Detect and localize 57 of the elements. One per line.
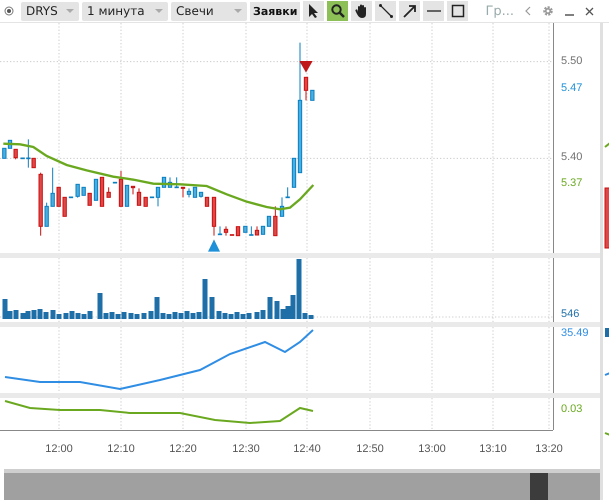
oscillator-label: 0.03	[561, 403, 582, 415]
orders-button[interactable]: Заявки	[250, 2, 300, 20]
price-label: 5.40	[561, 151, 582, 163]
time-label: 12:30	[231, 443, 261, 455]
candle	[243, 226, 248, 233]
radio-icon[interactable]	[4, 6, 14, 16]
interval-dropdown[interactable]: 1 минута	[82, 2, 168, 20]
scrollbar-track[interactable]	[4, 469, 600, 500]
candle	[50, 167, 55, 207]
volume-bar	[142, 313, 146, 319]
candle	[310, 90, 314, 101]
arrow-icon	[402, 3, 418, 19]
candle	[62, 196, 67, 217]
chart-type-dropdown[interactable]: Свечи	[171, 2, 247, 20]
time-label: 12:50	[355, 443, 385, 455]
chevron-left-icon[interactable]	[525, 6, 532, 16]
arrow-tool-button[interactable]	[399, 1, 420, 21]
up-triangle-icon	[208, 239, 220, 252]
time-label: 12:10	[106, 443, 136, 455]
candle	[174, 176, 179, 188]
price-label: 5.37	[561, 177, 582, 189]
time-label: 13:10	[478, 443, 508, 455]
rect-tool-button[interactable]	[447, 1, 468, 21]
search-icon	[330, 3, 346, 19]
candle	[38, 172, 43, 236]
time-label: 12:00	[44, 443, 74, 455]
time-label: 13:00	[417, 443, 447, 455]
volume-label: 546	[561, 308, 580, 320]
indicator-label: 35.49	[561, 327, 589, 339]
price-label: 5.50	[561, 55, 582, 67]
hline-tool-button[interactable]	[423, 1, 444, 21]
cursor-tool-button[interactable]	[303, 1, 324, 21]
square-icon	[450, 3, 466, 19]
horizontal-line-icon	[426, 10, 441, 12]
candle	[44, 202, 49, 227]
settings-icon[interactable]	[542, 5, 554, 17]
close-icon[interactable]	[585, 6, 594, 16]
candle	[273, 206, 278, 236]
down-triangle-icon	[299, 61, 313, 73]
candle	[56, 186, 61, 207]
candle	[76, 184, 80, 198]
candle	[82, 186, 86, 196]
time-label: 12:20	[168, 443, 198, 455]
price-label: 5.47	[561, 82, 582, 94]
line-icon	[378, 3, 394, 19]
candle	[88, 192, 92, 206]
line-tool-button[interactable]	[375, 1, 396, 21]
symbol-dropdown[interactable]: DRYS	[21, 2, 79, 20]
zoom-tool-button[interactable]	[327, 1, 348, 21]
time-label: 12:40	[292, 443, 322, 455]
candle	[144, 196, 148, 207]
time-label: 13:20	[534, 443, 564, 455]
candle	[106, 186, 111, 198]
hand-tool-button[interactable]	[351, 1, 372, 21]
volume-bar	[210, 297, 214, 319]
volume-bar	[268, 297, 272, 319]
scrollbar-thumb[interactable]	[530, 473, 548, 500]
